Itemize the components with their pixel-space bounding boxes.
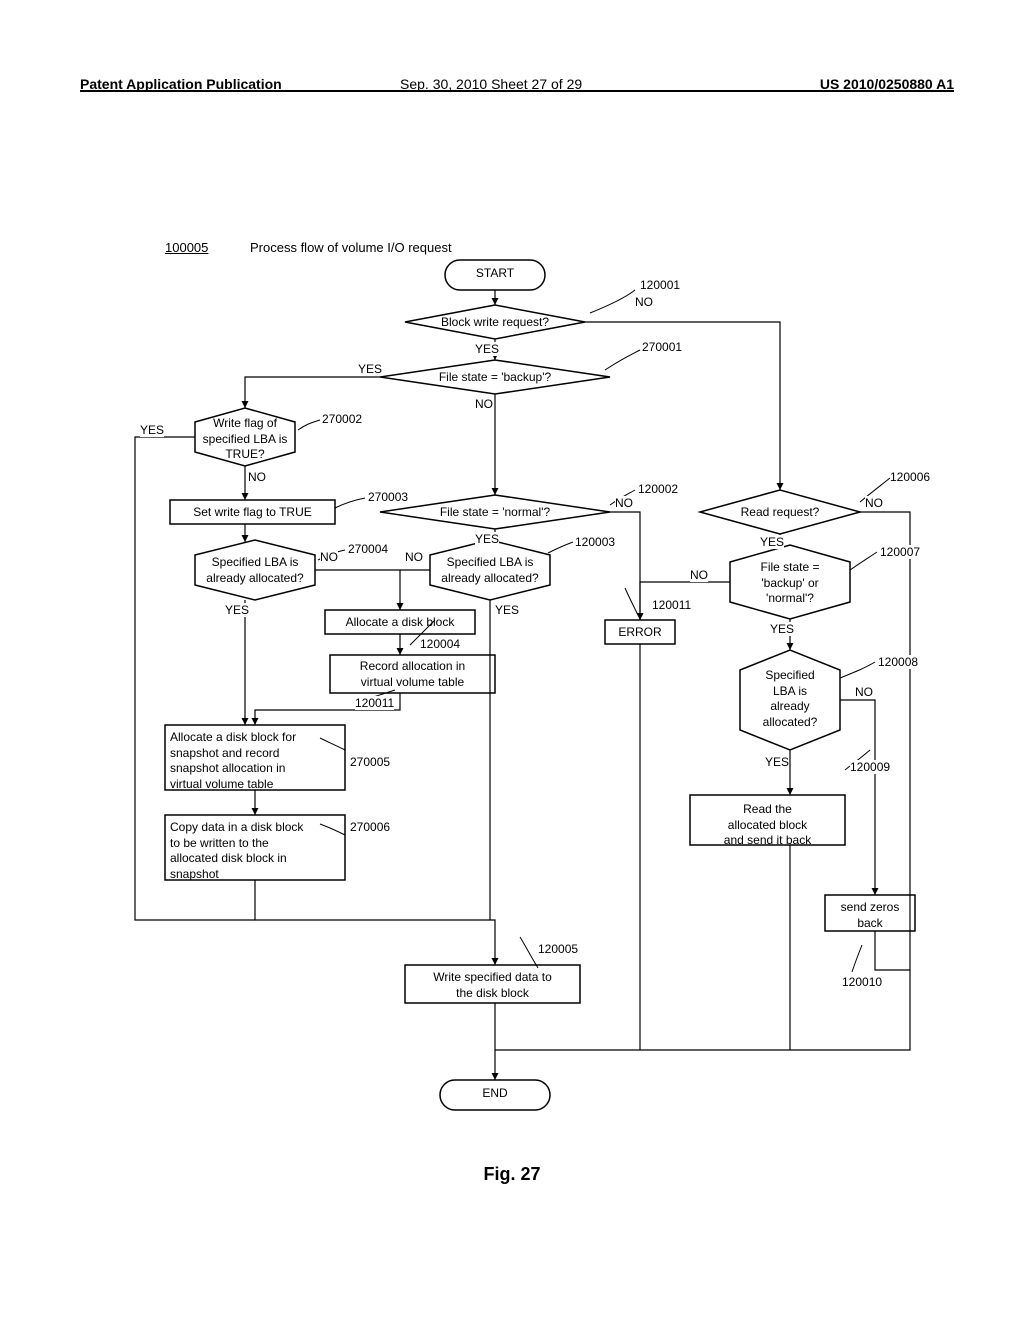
lbl-no: NO [405, 550, 423, 564]
ref-270002: 270002 [322, 412, 362, 426]
process-alloc-snapshot: Allocate a disk block for snapshot and r… [170, 730, 340, 792]
process-send-zeros: send zeros back [828, 900, 912, 931]
ref-120008: 120008 [878, 655, 918, 669]
decision-lba-alloc-right: Specified LBA is already allocated? [740, 668, 840, 730]
ref-120002: 120002 [638, 482, 678, 496]
decision-write-flag: Write flag of specified LBA is TRUE? [185, 416, 305, 463]
decision-read-request: Read request? [705, 505, 855, 521]
end-node: END [440, 1086, 550, 1102]
decision-file-normal: File state = 'normal'? [390, 505, 600, 521]
decision-lba-alloc-mid: Specified LBA is already allocated? [430, 555, 550, 586]
ref-120003: 120003 [575, 535, 615, 549]
lbl-yes: YES [140, 423, 164, 437]
process-alloc-disk: Allocate a disk block [325, 615, 475, 631]
flowchart: START END Block write request? File stat… [80, 230, 950, 1180]
lbl-no: NO [615, 496, 633, 510]
process-read-block: Read the allocated block and send it bac… [695, 802, 840, 849]
ref-120006: 120006 [890, 470, 930, 484]
start-node: START [445, 266, 545, 282]
ref-270001: 270001 [642, 340, 682, 354]
ref-270005: 270005 [350, 755, 390, 769]
ref-120011b: 120011 [355, 696, 394, 710]
ref-120010: 120010 [842, 975, 882, 989]
lbl-no: NO [248, 470, 266, 484]
ref-120011a: 120011 [652, 598, 691, 612]
lbl-no: NO [635, 295, 653, 309]
lbl-yes: YES [495, 603, 519, 617]
process-copy-data: Copy data in a disk block to be written … [170, 820, 340, 882]
process-record-alloc: Record allocation in virtual volume tabl… [335, 659, 490, 690]
decision-file-backup: File state = 'backup'? [390, 370, 600, 386]
lbl-no: NO [855, 685, 873, 699]
lbl-yes: YES [358, 362, 382, 376]
decision-file-backup-or-normal: File state = 'backup' or 'normal'? [735, 560, 845, 607]
ref-120007: 120007 [880, 545, 920, 559]
figure-id: 100005 [165, 240, 208, 255]
process-set-flag: Set write flag to TRUE [170, 505, 335, 521]
lbl-no: NO [690, 568, 708, 582]
ref-120001: 120001 [640, 278, 680, 292]
lbl-yes: YES [475, 342, 499, 356]
lbl-yes: YES [760, 535, 784, 549]
lbl-yes: YES [765, 755, 789, 769]
lbl-no: NO [865, 496, 883, 510]
ref-270004: 270004 [348, 542, 388, 556]
lbl-yes: YES [225, 603, 249, 617]
ref-270003: 270003 [368, 490, 408, 504]
process-write-data: Write specified data to the disk block [410, 970, 575, 1001]
ref-120009: 120009 [850, 760, 890, 774]
process-error: ERROR [605, 625, 675, 641]
lbl-no: NO [320, 550, 338, 564]
decision-block-write: Block write request? [410, 315, 580, 331]
lbl-yes: YES [770, 622, 794, 636]
ref-270006: 270006 [350, 820, 390, 834]
figure-caption: Fig. 27 [0, 1164, 1024, 1185]
lbl-yes: YES [475, 532, 499, 546]
lbl-no: NO [475, 397, 493, 411]
figure-title: Process flow of volume I/O request [250, 240, 452, 255]
ref-120005: 120005 [538, 942, 578, 956]
header-rule [80, 90, 954, 97]
decision-lba-alloc-left: Specified LBA is already allocated? [195, 555, 315, 586]
ref-120004: 120004 [420, 637, 460, 651]
